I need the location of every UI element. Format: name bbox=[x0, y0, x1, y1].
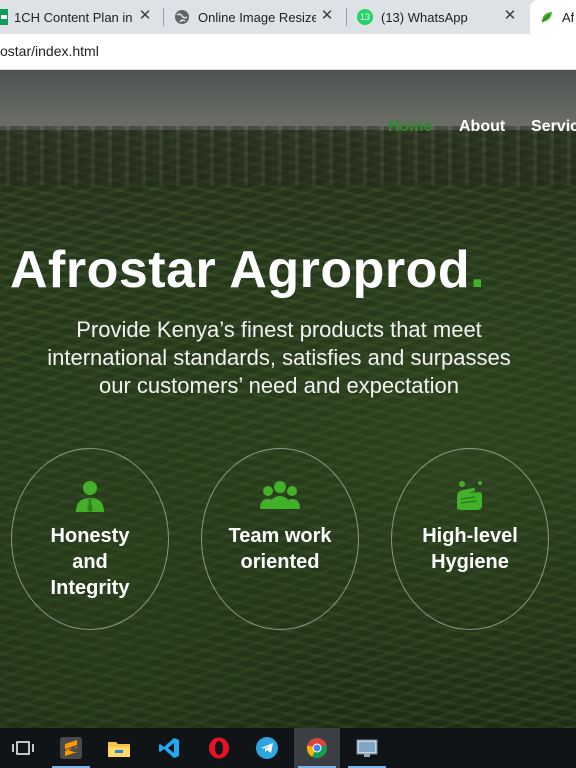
team-icon bbox=[260, 481, 300, 509]
close-icon[interactable]: ✕ bbox=[320, 8, 334, 23]
hero-section: Home About Servic Afrostar Agroprod. Pro… bbox=[0, 70, 576, 728]
taskbar-chrome-button[interactable] bbox=[294, 728, 340, 768]
value-label-line: Hygiene bbox=[431, 551, 509, 573]
sheets-icon bbox=[0, 9, 8, 25]
tab-afrostar[interactable]: Af bbox=[530, 0, 576, 34]
taskbar-screenshot-button[interactable] bbox=[344, 728, 390, 768]
tab-title: 1CH Content Plan in Cl bbox=[14, 9, 136, 25]
tab-separator bbox=[163, 8, 164, 26]
sublime-text-icon bbox=[60, 737, 82, 759]
brand-text: Afrostar Agroprod bbox=[10, 241, 471, 299]
task-view-button[interactable] bbox=[0, 728, 46, 768]
nav-home-link[interactable]: Home bbox=[388, 118, 432, 136]
value-label-line: and bbox=[72, 551, 108, 573]
value-card-teamwork: Team work oriented bbox=[201, 448, 359, 630]
tab-title: Online Image Resizer - bbox=[198, 9, 316, 25]
value-label-line: oriented bbox=[240, 551, 320, 573]
taskbar-opera-button[interactable] bbox=[196, 728, 242, 768]
tab-title: Af bbox=[562, 9, 575, 25]
nav-services-link[interactable]: Servic bbox=[531, 118, 576, 136]
tab-separator bbox=[346, 8, 347, 26]
value-card-hygiene: High-level Hygiene bbox=[391, 448, 549, 630]
taskbar-telegram-button[interactable] bbox=[244, 728, 290, 768]
tagline-line: Provide Kenya’s finest products that mee… bbox=[76, 317, 482, 342]
value-label-line: Team work bbox=[228, 525, 332, 547]
value-label-line: High-level bbox=[422, 525, 518, 547]
taskbar-vscode-button[interactable] bbox=[146, 728, 192, 768]
address-bar[interactable]: ostar/index.html bbox=[0, 34, 576, 70]
browser-tab-strip: 1CH Content Plan in Cl ✕ Online Image Re… bbox=[0, 0, 576, 34]
opera-icon bbox=[209, 737, 229, 759]
task-view-icon bbox=[12, 741, 34, 755]
tab-image-resizer[interactable]: Online Image Resizer - ✕ bbox=[174, 0, 342, 34]
file-explorer-icon bbox=[108, 742, 130, 757]
brand-dot: . bbox=[470, 241, 486, 299]
vscode-icon bbox=[159, 738, 179, 758]
value-label: Honesty and Integrity bbox=[12, 523, 168, 601]
tab-title: (13) WhatsApp bbox=[381, 9, 468, 25]
globe-icon bbox=[175, 10, 189, 24]
screenshot-app-icon bbox=[356, 739, 378, 757]
hero-tagline: Provide Kenya’s finest products that mee… bbox=[0, 316, 558, 400]
close-icon[interactable]: ✕ bbox=[503, 8, 517, 23]
taskbar-sublime-button[interactable] bbox=[48, 728, 94, 768]
tagline-line: our customers’ need and expectation bbox=[99, 373, 459, 398]
person-tie-icon bbox=[76, 481, 104, 512]
windows-taskbar bbox=[0, 728, 576, 768]
hand-wash-icon bbox=[457, 481, 482, 510]
site-brand-title: Afrostar Agroprod. bbox=[10, 240, 485, 300]
tagline-line: international standards, satisfies and s… bbox=[47, 345, 511, 370]
nav-about-link[interactable]: About bbox=[459, 118, 505, 136]
value-label-line: Integrity bbox=[50, 577, 130, 599]
close-icon[interactable]: ✕ bbox=[138, 8, 152, 23]
tab-content-plan[interactable]: 1CH Content Plan in Cl ✕ bbox=[0, 0, 160, 34]
value-card-honesty: Honesty and Integrity bbox=[11, 448, 169, 630]
tab-whatsapp[interactable]: 13 (13) WhatsApp ✕ bbox=[357, 0, 527, 34]
url-text[interactable]: ostar/index.html bbox=[0, 43, 99, 59]
whatsapp-icon: 13 bbox=[357, 9, 373, 25]
telegram-icon bbox=[256, 737, 278, 759]
leaf-icon bbox=[541, 12, 552, 23]
chrome-icon bbox=[306, 738, 327, 759]
taskbar-explorer-button[interactable] bbox=[96, 728, 142, 768]
value-label-line: Honesty bbox=[50, 525, 130, 547]
value-label: Team work oriented bbox=[202, 523, 358, 575]
value-label: High-level Hygiene bbox=[392, 523, 548, 575]
